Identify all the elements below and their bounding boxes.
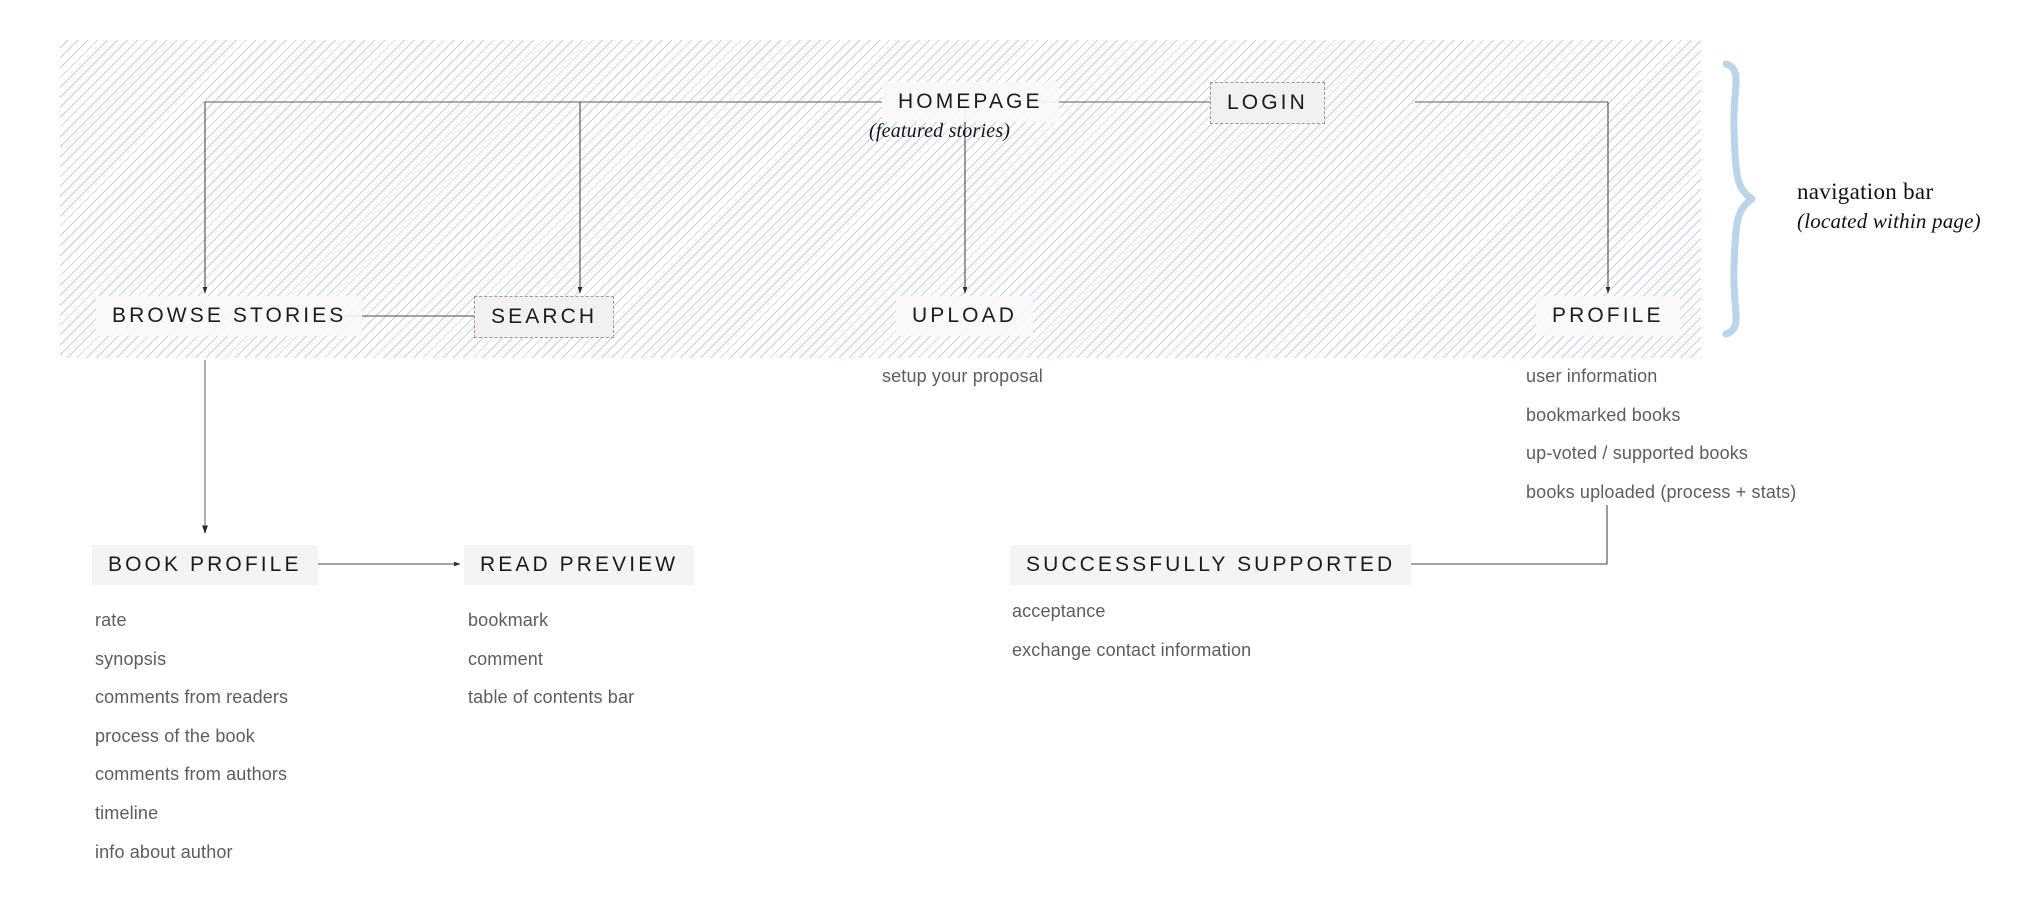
node-upload[interactable]: UPLOAD xyxy=(896,296,1033,336)
node-homepage-label: HOMEPAGE xyxy=(898,90,1043,113)
node-homepage-subtitle: (featured stories) xyxy=(869,120,1011,142)
annotation-title: navigation bar xyxy=(1797,179,1934,204)
list-item: user information xyxy=(1526,366,1658,386)
list-item: timeline xyxy=(95,802,159,823)
list-item: comments from authors xyxy=(95,764,288,785)
node-homepage[interactable]: HOMEPAGE xyxy=(882,82,1059,122)
diagram-canvas: HOMEPAGE (featured stories) LOGIN BROWSE… xyxy=(0,0,2042,917)
navigation-bar-annotation: navigation bar (located within page) xyxy=(1797,177,1981,235)
detail-list-upload: setup your proposal xyxy=(882,357,1043,396)
node-profile-label: PROFILE xyxy=(1552,304,1664,327)
node-read-preview-label: READ PREVIEW xyxy=(480,553,679,576)
list-item: synopsis xyxy=(95,648,167,669)
list-item: comments from readers xyxy=(95,687,289,708)
node-search-label: SEARCH xyxy=(491,305,598,328)
list-item: bookmark xyxy=(468,610,549,630)
node-upload-label: UPLOAD xyxy=(912,304,1017,327)
annotation-subtitle: (located within page) xyxy=(1797,209,1981,233)
detail-list-profile: user information bookmarked books up-vot… xyxy=(1526,357,1796,511)
node-book-profile[interactable]: BOOK PROFILE xyxy=(92,545,318,585)
detail-list-read-preview: bookmark comment table of contents bar xyxy=(468,601,634,717)
node-successfully-supported-label: SUCCESSFULLY SUPPORTED xyxy=(1026,553,1396,576)
node-search[interactable]: SEARCH xyxy=(474,296,615,338)
link-profile-successfully-supported xyxy=(1397,505,1608,567)
detail-list-successfully-supported: acceptance exchange contact information xyxy=(1012,592,1251,669)
list-item: info about author xyxy=(95,841,233,862)
detail-list-book-profile: rate synopsis comments from readers proc… xyxy=(95,601,288,871)
node-successfully-supported[interactable]: SUCCESSFULLY SUPPORTED xyxy=(1010,545,1412,585)
list-item: books uploaded (process + stats) xyxy=(1526,481,1797,502)
node-browse-stories-label: BROWSE STORIES xyxy=(112,304,347,327)
node-login-label: LOGIN xyxy=(1227,91,1308,114)
list-item: table of contents bar xyxy=(468,687,635,708)
list-item: acceptance xyxy=(1012,601,1106,621)
node-book-profile-label: BOOK PROFILE xyxy=(108,553,302,576)
node-read-preview[interactable]: READ PREVIEW xyxy=(464,545,695,585)
list-item: up-voted / supported books xyxy=(1526,443,1749,464)
list-item: process of the book xyxy=(95,725,255,746)
list-item: exchange contact information xyxy=(1012,639,1252,660)
node-browse-stories[interactable]: BROWSE STORIES xyxy=(96,296,363,336)
list-item: bookmarked books xyxy=(1526,404,1681,425)
list-item: setup your proposal xyxy=(882,366,1043,386)
navigation-bar-brace xyxy=(1722,60,1756,338)
list-item: rate xyxy=(95,610,127,630)
node-profile[interactable]: PROFILE xyxy=(1536,296,1680,336)
node-login[interactable]: LOGIN xyxy=(1210,82,1325,124)
list-item: comment xyxy=(468,648,544,669)
